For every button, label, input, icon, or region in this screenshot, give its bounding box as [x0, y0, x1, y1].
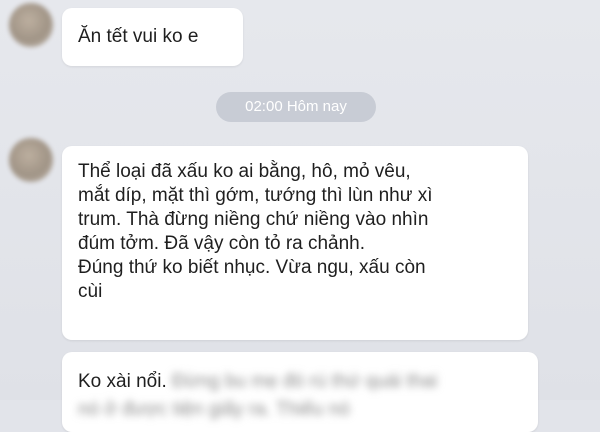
message-bubble[interactable]: Thể loại đã xấu ko ai bằng, hô, mỏ vêu, … [62, 146, 528, 340]
message-line: đúm tởm. Đã vậy còn tỏ ra chảnh. [78, 233, 366, 254]
message-bubble[interactable]: Ăn tết vui ko e [62, 8, 243, 66]
message-bubble[interactable]: Ko xài nổi. Đừng bu mẹ đó rú thứ quái th… [62, 352, 538, 432]
message-line: trum. Thà đừng niềng chứ niềng vào nhìn [78, 209, 429, 230]
sender-avatar[interactable] [9, 138, 53, 182]
message-line: Đúng thứ ko biết nhục. Vừa ngu, xấu còn [78, 257, 426, 278]
sender-avatar[interactable] [9, 3, 53, 47]
redacted-text: nó ở được tiện giấy ra. Thiếu nó [78, 399, 350, 420]
redacted-text: Đừng bu mẹ đó rú thứ quái thai [172, 371, 438, 392]
timestamp-badge: 02:00 Hôm nay [216, 92, 376, 122]
chat-view: Ăn tết vui ko e 02:00 Hôm nay Thể loại đ… [0, 0, 600, 432]
message-text: Ko xài nổi. [78, 371, 167, 392]
message-line: cùi [78, 281, 103, 302]
message-line: mắt díp, mặt thì gớm, tướng thì lùn như … [78, 185, 433, 206]
message-line: Thể loại đã xấu ko ai bằng, hô, mỏ vêu, [78, 161, 411, 182]
message-text: Ăn tết vui ko e [78, 26, 199, 47]
